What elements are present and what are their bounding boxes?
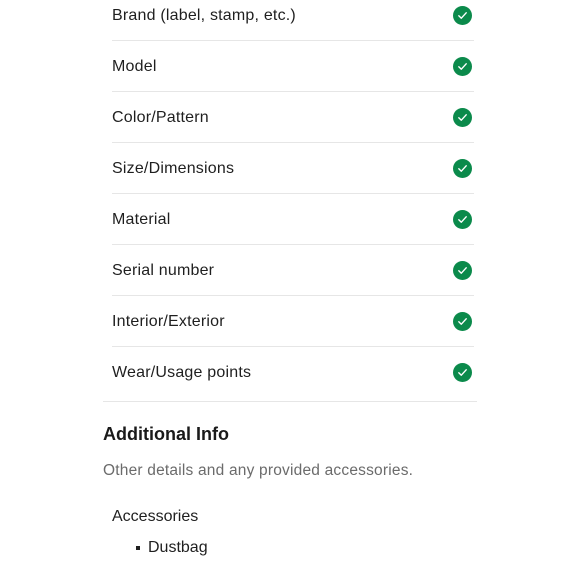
- check-circle-icon: [453, 311, 472, 331]
- checklist-row-wear-usage: Wear/Usage points: [112, 347, 474, 397]
- check-circle-icon: [453, 362, 472, 382]
- checklist-row-size-dimensions: Size/Dimensions: [112, 143, 474, 194]
- checklist-row-model: Model: [112, 41, 474, 92]
- additional-info-title: Additional Info: [103, 424, 229, 444]
- checklist-label: Color/Pattern: [112, 109, 209, 126]
- check-circle-icon: [453, 158, 472, 178]
- checklist-label: Serial number: [112, 262, 215, 279]
- check-circle-icon: [453, 260, 472, 280]
- checklist-row-color-pattern: Color/Pattern: [112, 92, 474, 143]
- section-divider: [103, 401, 477, 402]
- checklist-row-serial-number: Serial number: [112, 245, 474, 296]
- list-item: Dustbag: [136, 539, 208, 557]
- checklist-label: Size/Dimensions: [112, 160, 235, 177]
- additional-info-subtitle: Other details and any provided accessori…: [103, 462, 414, 479]
- checklist-label: Brand (label, stamp, etc.): [112, 7, 296, 24]
- accessories-heading: Accessories: [112, 508, 199, 525]
- verification-checklist: Brand (label, stamp, etc.) Model Color/P…: [112, 0, 474, 397]
- check-circle-icon: [453, 107, 472, 127]
- checklist-row-material: Material: [112, 194, 474, 245]
- checklist-label: Interior/Exterior: [112, 313, 225, 330]
- checklist-label: Material: [112, 211, 171, 228]
- check-circle-icon: [453, 209, 472, 229]
- accessories-list: Dustbag: [136, 539, 208, 557]
- check-circle-icon: [453, 56, 472, 76]
- checklist-label: Wear/Usage points: [112, 364, 252, 381]
- checklist-label: Model: [112, 58, 157, 75]
- authentication-details-page: Brand (label, stamp, etc.) Model Color/P…: [0, 0, 580, 580]
- checklist-row-interior-exterior: Interior/Exterior: [112, 296, 474, 347]
- accessory-label: Dustbag: [148, 539, 208, 556]
- check-circle-icon: [453, 5, 472, 25]
- checklist-row-brand: Brand (label, stamp, etc.): [112, 0, 474, 41]
- bullet-icon: [136, 546, 140, 550]
